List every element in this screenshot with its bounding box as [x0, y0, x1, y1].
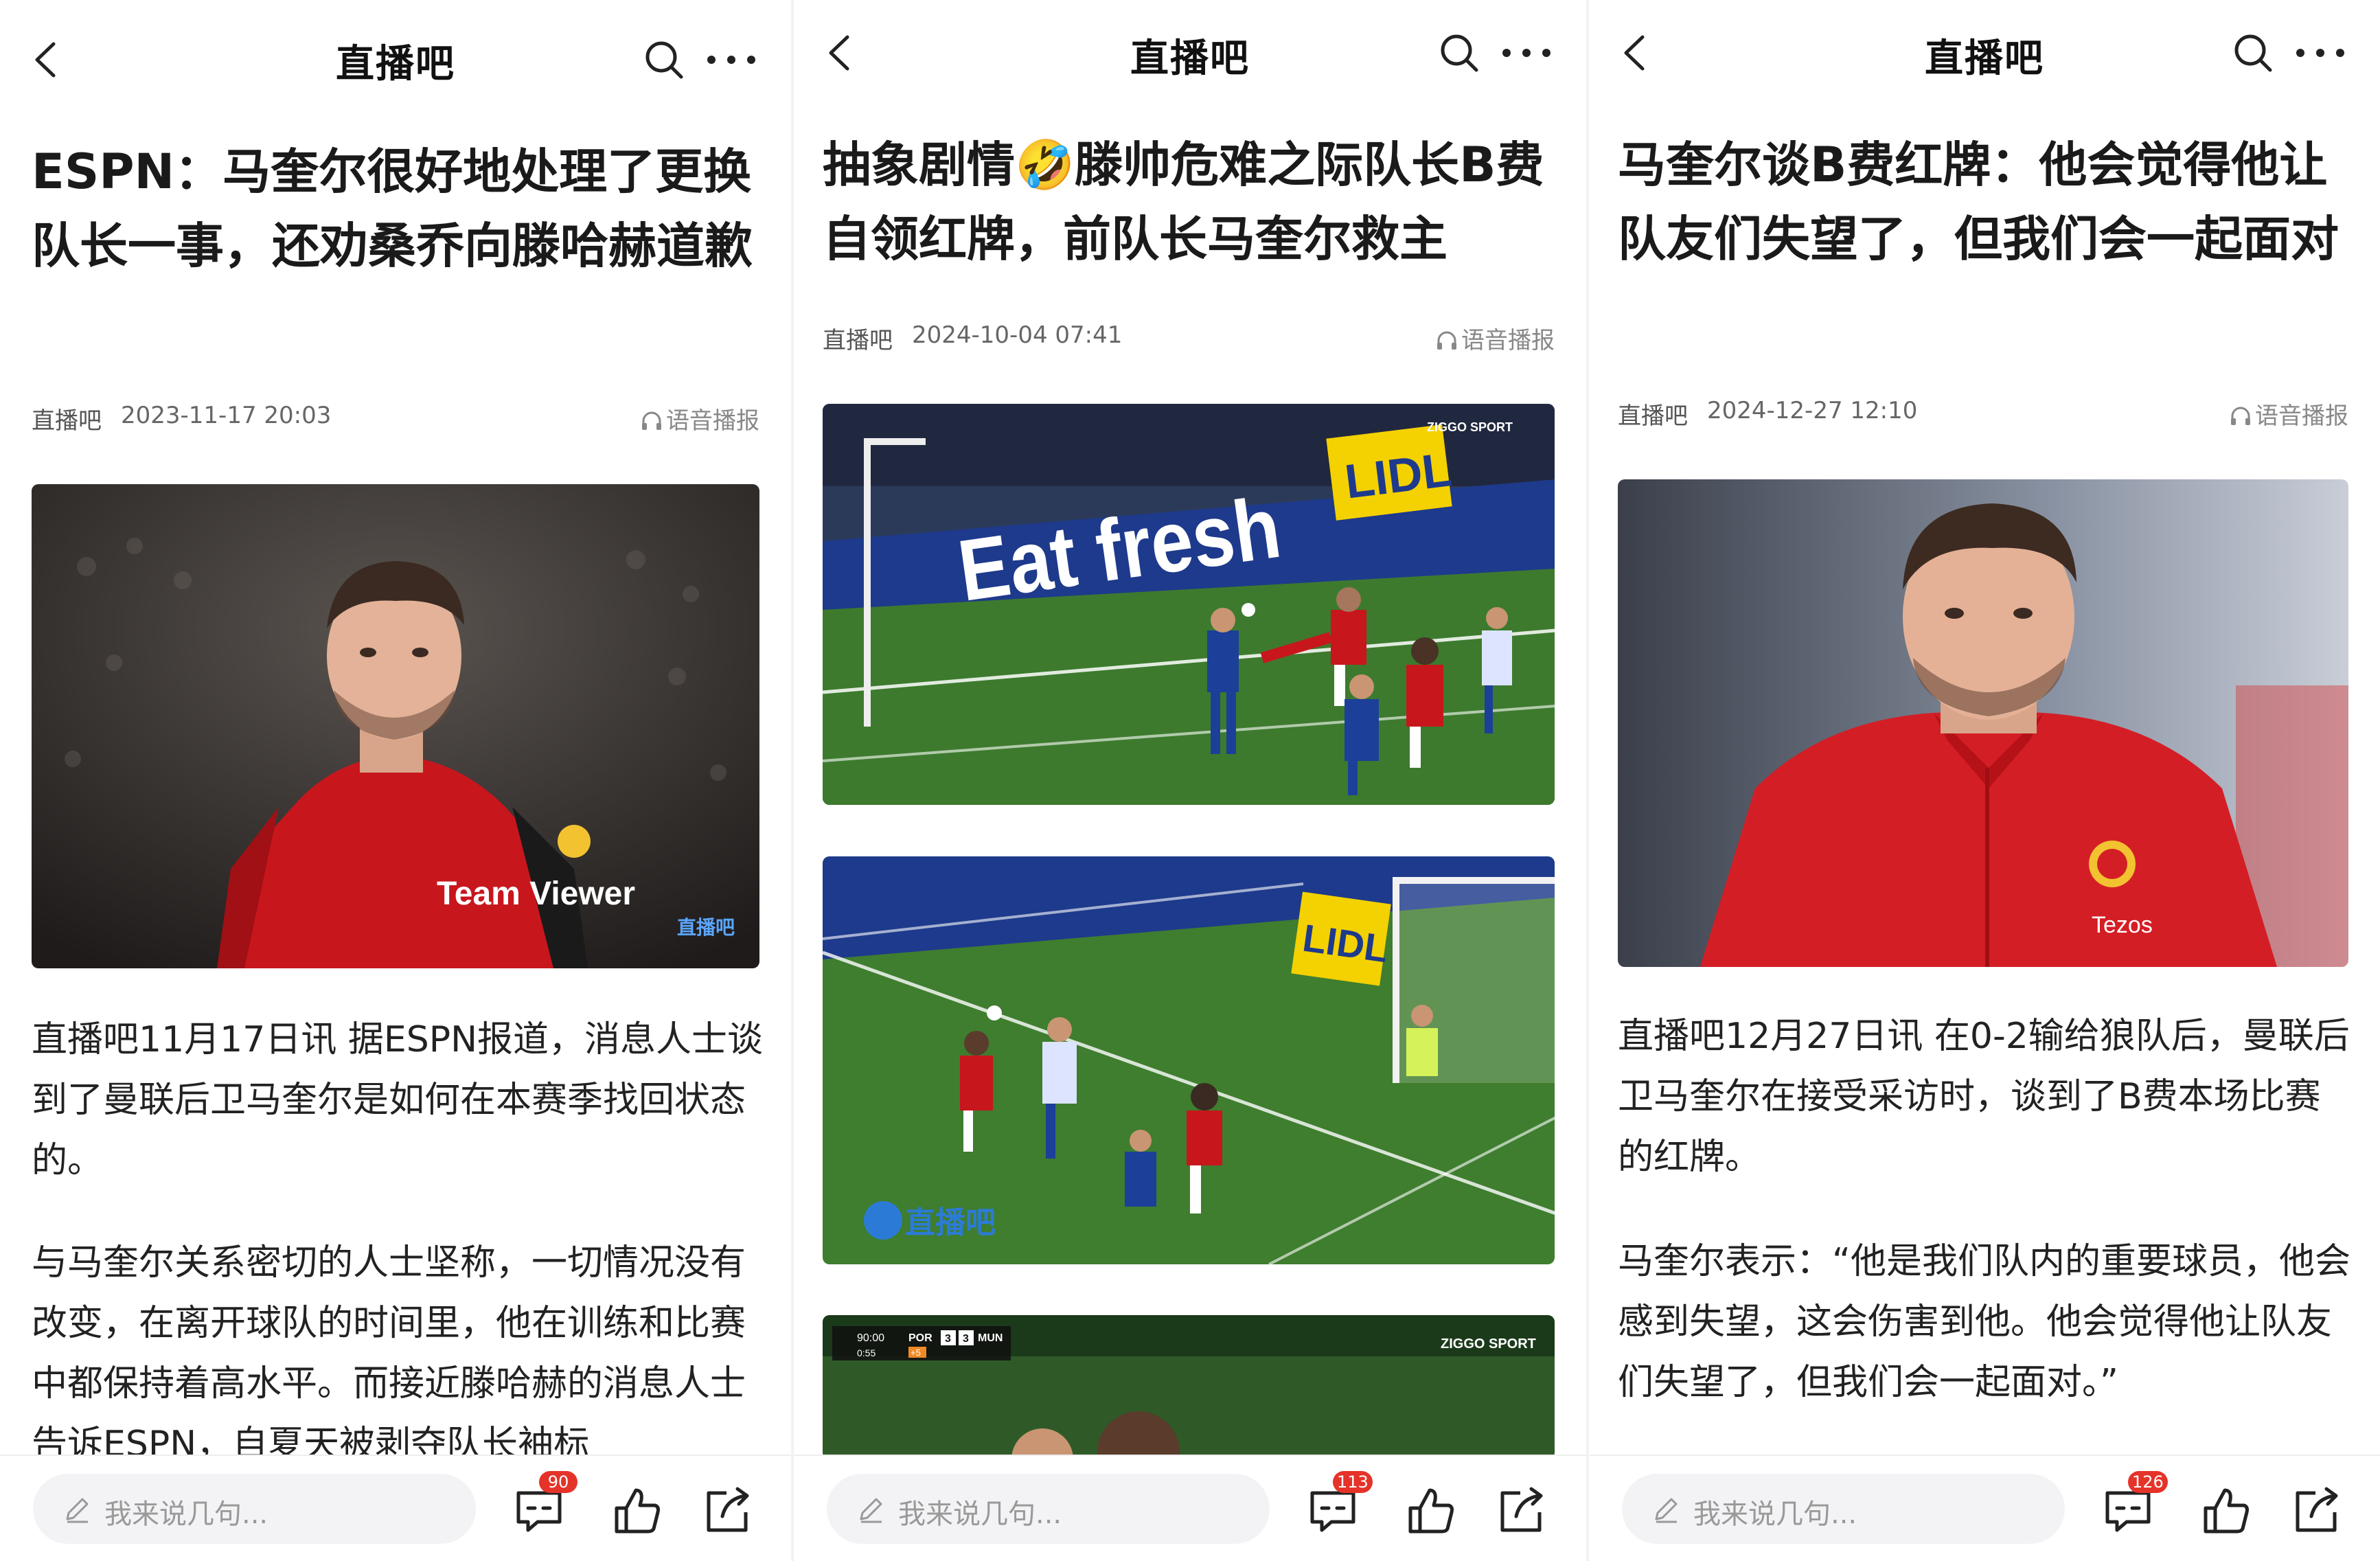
home-score: 3: [945, 1333, 951, 1345]
tts-label: 语音播报: [666, 407, 759, 435]
search-icon[interactable]: [1435, 29, 1483, 77]
sponsor-text: Team Viewer: [437, 876, 635, 912]
article-paragraph: 与马奎尔关系密切的人士坚称，一切情况没有改变，在离开球队的时间里，他在训练和比赛…: [32, 1242, 746, 1465]
thumbs-up-icon[interactable]: [610, 1483, 665, 1538]
top-nav: 直播吧: [1589, 0, 2380, 117]
image-watermark: 直播吧: [905, 1206, 996, 1240]
comment-button[interactable]: 126: [2101, 1471, 2168, 1538]
publish-date: 2024-10-04 07:41: [912, 321, 1123, 349]
comment-count-badge: 113: [1333, 1471, 1373, 1493]
away-team: MUN: [978, 1332, 1003, 1344]
top-nav: 直播吧: [0, 0, 791, 117]
voice-broadcast-button[interactable]: 语音播报: [640, 402, 759, 435]
article-image[interactable]: Tezos: [1618, 479, 2348, 967]
article-paragraph: 直播吧11月17日讯 据ESPN报道，消息人士谈到了曼联后卫马奎尔是如何在本赛季…: [32, 1019, 763, 1181]
image-watermark: 直播吧: [677, 917, 735, 938]
source-label: 直播吧: [1618, 402, 1688, 430]
article-meta: 直播吧 2024-12-27 12:10 语音播报: [1618, 397, 2348, 431]
article-headline: ESPN：马奎尔很好地处理了更换队长一事，还劝桑乔向滕哈赫道歉: [32, 144, 753, 274]
home-team: POR: [908, 1332, 932, 1344]
pencil-icon: [860, 1498, 882, 1523]
match-extra-time: 0:55: [857, 1347, 876, 1358]
source-label: 直播吧: [32, 407, 102, 435]
article-headline: 抽象剧情🤣滕帅危难之际队长B费自领红牌，前队长马奎尔救主: [823, 137, 1544, 267]
share-icon[interactable]: [2289, 1483, 2344, 1538]
article-paragraph: 直播吧12月27日讯 在0-2输给狼队后，曼联后卫马奎尔在接受采访时，谈到了B费…: [1618, 1016, 2350, 1178]
headphones-icon: [642, 411, 661, 430]
comment-placeholder: 我来说几句...: [104, 1499, 268, 1530]
bottom-action-bar: 我来说几句... 90: [0, 1455, 791, 1561]
added-time: +5: [911, 1347, 921, 1358]
share-icon[interactable]: [1494, 1483, 1549, 1538]
top-nav: 直播吧: [794, 0, 1586, 117]
share-icon[interactable]: [700, 1483, 755, 1538]
headphones-icon: [2231, 407, 2250, 425]
search-icon[interactable]: [2229, 29, 2277, 77]
article-meta: 直播吧 2023-11-17 20:03 语音播报: [32, 402, 759, 436]
article-image[interactable]: Eat fresh LIDL ZIGGO SPORT: [823, 404, 1555, 805]
comment-button[interactable]: 113: [1305, 1471, 1373, 1538]
bottom-action-bar: 我来说几句... 126: [1589, 1455, 2380, 1561]
pencil-icon: [66, 1498, 89, 1523]
voice-broadcast-button[interactable]: 语音播报: [2229, 397, 2348, 431]
comment-placeholder: 我来说几句...: [898, 1499, 1062, 1530]
comment-placeholder: 我来说几句...: [1693, 1499, 1857, 1530]
headphones-icon: [1437, 331, 1456, 350]
search-icon[interactable]: [640, 36, 688, 84]
comment-count-badge: 126: [2128, 1471, 2168, 1493]
match-time: 90:00: [857, 1332, 884, 1344]
more-dots-icon[interactable]: [2291, 29, 2350, 77]
publish-date: 2024-12-27 12:10: [1707, 397, 1918, 424]
comment-input[interactable]: 我来说几句...: [33, 1474, 476, 1544]
jacket-sponsor-text: Tezos: [2092, 912, 2153, 938]
article-image[interactable]: LIDL 直播吧: [823, 856, 1555, 1264]
tts-label: 语音播报: [1461, 327, 1555, 354]
source-label: 直播吧: [823, 327, 893, 354]
bottom-action-bar: 我来说几句... 113: [794, 1455, 1586, 1561]
broadcaster-logo: ZIGGO SPORT: [1427, 420, 1513, 434]
comment-input[interactable]: 我来说几句...: [827, 1474, 1270, 1544]
article-panel-3: 直播吧 马奎尔谈B费红牌：他会觉得他让队友们失望了，但我们会一起面对 直播吧 2…: [1589, 0, 2380, 1561]
broadcaster-logo: ZIGGO SPORT: [1441, 1336, 1536, 1352]
away-score: 3: [963, 1333, 969, 1345]
article-meta: 直播吧 2024-10-04 07:41 语音播报: [823, 321, 1555, 356]
article-paragraph: 马奎尔表示：“他是我们队内的重要球员，他会感到失望，这会伤害到他。他会觉得他让队…: [1618, 1241, 2350, 1403]
comment-button[interactable]: 90: [512, 1471, 577, 1538]
publish-date: 2023-11-17 20:03: [121, 402, 332, 429]
pencil-icon: [1655, 1498, 1678, 1523]
more-dots-icon[interactable]: [1497, 29, 1556, 77]
comment-count-badge: 90: [539, 1471, 577, 1493]
more-dots-icon[interactable]: [702, 36, 761, 84]
article-panel-2: 直播吧 抽象剧情🤣滕帅危难之际队长B费自领红牌，前队长马奎尔救主 直播吧 202…: [794, 0, 1586, 1561]
article-image[interactable]: 90:00 0:55 POR 3 3 MUN +5 ZIGGO SPORT: [823, 1315, 1555, 1459]
voice-broadcast-button[interactable]: 语音播报: [1435, 321, 1555, 355]
tts-label: 语音播报: [2255, 402, 2348, 430]
comment-input[interactable]: 我来说几句...: [1622, 1474, 2065, 1544]
article-image[interactable]: Team Viewer 直播吧: [32, 484, 759, 968]
article-headline: 马奎尔谈B费红牌：他会觉得他让队友们失望了，但我们会一起面对: [1618, 137, 2339, 267]
article-panel-1: 直播吧 ESPN：马奎尔很好地处理了更换队长一事，还劝桑乔向滕哈赫道歉 直播吧 …: [0, 0, 791, 1561]
thumbs-up-icon[interactable]: [2199, 1483, 2254, 1538]
thumbs-up-icon[interactable]: [1404, 1483, 1458, 1538]
